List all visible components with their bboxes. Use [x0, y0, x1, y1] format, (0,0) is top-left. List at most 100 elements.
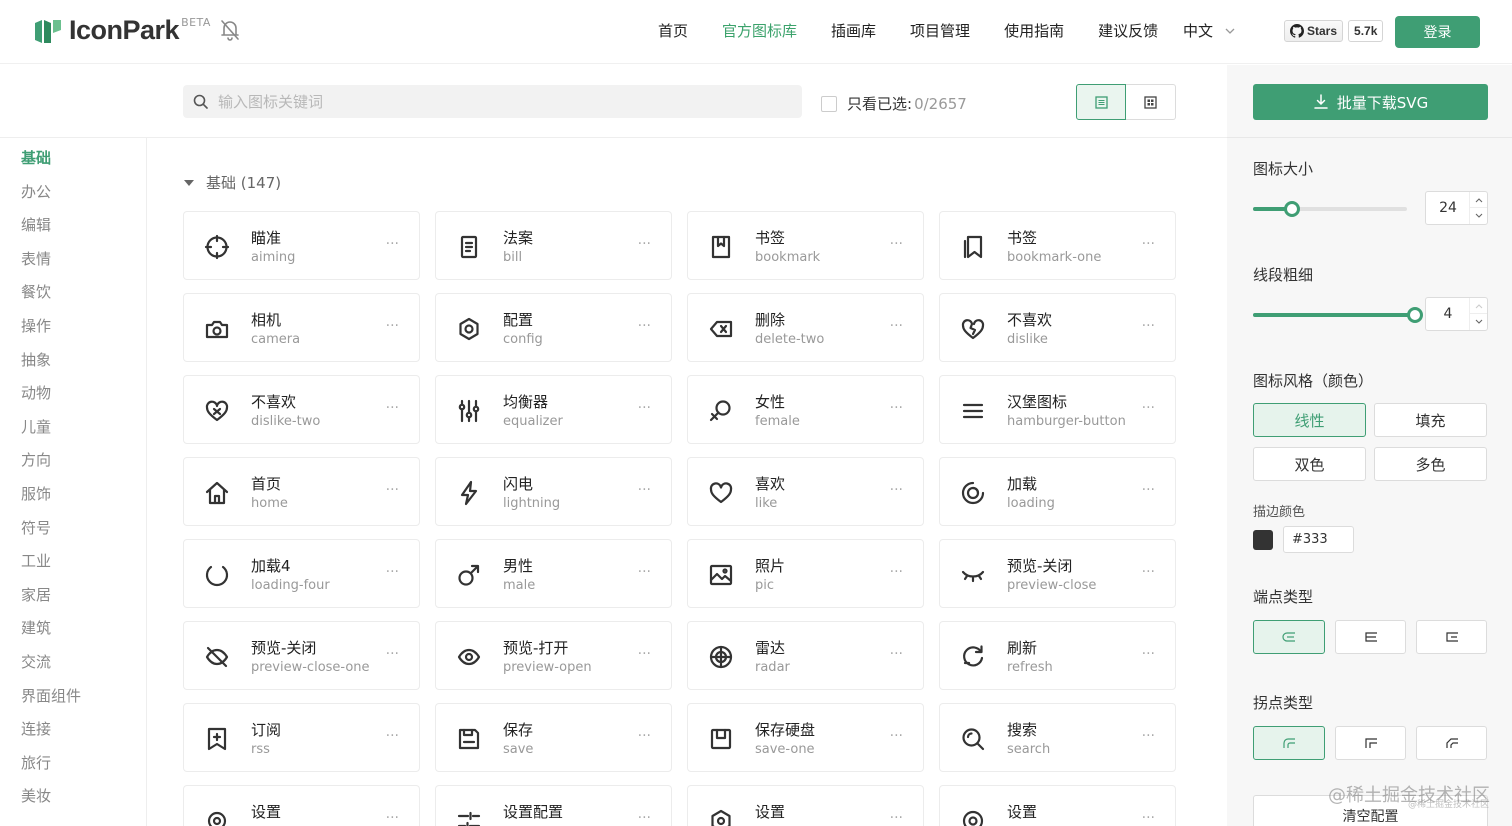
cap-butt-option[interactable] — [1335, 620, 1406, 654]
icon-card[interactable]: 书签 bookmark ··· — [687, 211, 924, 280]
sidebar-category[interactable]: 连接 — [21, 718, 51, 739]
sidebar-category[interactable]: 家居 — [21, 584, 51, 605]
stroke-width-value[interactable]: 4 — [1426, 306, 1470, 322]
search-box[interactable] — [183, 85, 802, 118]
github-stars-count[interactable]: 5.7k — [1348, 20, 1384, 42]
icon-card[interactable]: 书签 bookmark-one ··· — [939, 211, 1176, 280]
style-outline-option[interactable]: 线性 — [1253, 403, 1366, 437]
only-selected-checkbox[interactable] — [821, 95, 837, 112]
more-options-icon[interactable]: ··· — [890, 810, 903, 826]
language-select[interactable]: 中文 — [1183, 20, 1235, 41]
github-star-button[interactable]: Stars — [1284, 20, 1344, 42]
nav-guide[interactable]: 使用指南 — [1004, 20, 1064, 41]
stroke-width-slider-handle[interactable] — [1407, 307, 1423, 323]
icon-card[interactable]: 保存 save ··· — [435, 703, 672, 772]
more-options-icon[interactable]: ··· — [890, 646, 903, 662]
icon-card[interactable]: 瞄准 aiming ··· — [183, 211, 420, 280]
more-options-icon[interactable]: ··· — [1142, 400, 1155, 416]
icon-card[interactable]: 不喜欢 dislike-two ··· — [183, 375, 420, 444]
logo[interactable]: IconPark BETA — [33, 15, 211, 46]
sidebar-category[interactable]: 建筑 — [21, 617, 51, 638]
sidebar-category[interactable]: 服饰 — [21, 483, 51, 504]
grid-view-button[interactable] — [1126, 84, 1176, 120]
sidebar-category[interactable]: 儿童 — [21, 416, 51, 437]
more-options-icon[interactable]: ··· — [638, 564, 651, 580]
icon-size-slider-handle[interactable] — [1284, 201, 1300, 217]
more-options-icon[interactable]: ··· — [638, 810, 651, 826]
stroke-width-slider[interactable] — [1253, 307, 1423, 323]
more-options-icon[interactable]: ··· — [890, 728, 903, 744]
more-options-icon[interactable]: ··· — [890, 236, 903, 252]
nav-official-icons[interactable]: 官方图标库 — [722, 20, 797, 41]
sidebar-category[interactable]: 抽象 — [21, 349, 51, 370]
cap-square-option[interactable] — [1416, 620, 1487, 654]
more-options-icon[interactable]: ··· — [638, 482, 651, 498]
more-options-icon[interactable]: ··· — [386, 810, 399, 826]
icon-card[interactable]: 设置 ··· — [183, 785, 420, 826]
icon-card[interactable]: 预览-关闭 preview-close-one ··· — [183, 621, 420, 690]
style-filled-option[interactable]: 填充 — [1374, 403, 1487, 437]
icon-card[interactable]: 雷达 radar ··· — [687, 621, 924, 690]
sidebar-category[interactable]: 方向 — [21, 449, 51, 470]
sidebar-category[interactable]: 编辑 — [21, 214, 51, 235]
sidebar-category[interactable]: 餐饮 — [21, 281, 51, 302]
icon-card[interactable]: 订阅 rss ··· — [183, 703, 420, 772]
more-options-icon[interactable]: ··· — [890, 564, 903, 580]
sidebar-category[interactable]: 动物 — [21, 382, 51, 403]
join-bevel-option[interactable] — [1416, 726, 1487, 760]
sidebar-category[interactable]: 旅行 — [21, 752, 51, 773]
cap-round-option[interactable] — [1253, 620, 1325, 654]
icon-card[interactable]: 均衡器 equalizer ··· — [435, 375, 672, 444]
sidebar-category[interactable]: 工业 — [21, 550, 51, 571]
only-selected-filter[interactable]: 只看已选: 0/2657 — [821, 93, 967, 114]
section-header[interactable]: 基础 (147) — [184, 172, 281, 193]
more-options-icon[interactable]: ··· — [1142, 482, 1155, 498]
more-options-icon[interactable]: ··· — [890, 400, 903, 416]
icon-card[interactable]: 预览-关闭 preview-close ··· — [939, 539, 1176, 608]
more-options-icon[interactable]: ··· — [386, 482, 399, 498]
style-multi-color-option[interactable]: 多色 — [1374, 447, 1487, 481]
more-options-icon[interactable]: ··· — [890, 482, 903, 498]
more-options-icon[interactable]: ··· — [386, 728, 399, 744]
icon-card[interactable]: 加载4 loading-four ··· — [183, 539, 420, 608]
more-options-icon[interactable]: ··· — [1142, 646, 1155, 662]
search-input[interactable] — [218, 92, 778, 111]
more-options-icon[interactable]: ··· — [1142, 564, 1155, 580]
icon-card[interactable]: 汉堡图标 hamburger-button ··· — [939, 375, 1176, 444]
icon-card[interactable]: 法案 bill ··· — [435, 211, 672, 280]
icon-card[interactable]: 照片 pic ··· — [687, 539, 924, 608]
icon-card[interactable]: 首页 home ··· — [183, 457, 420, 526]
join-round-option[interactable] — [1253, 726, 1325, 760]
batch-download-button[interactable]: 批量下载SVG — [1253, 84, 1488, 120]
sidebar-category[interactable]: 表情 — [21, 248, 51, 269]
sidebar-category[interactable]: 办公 — [21, 181, 51, 202]
icon-card[interactable]: 刷新 refresh ··· — [939, 621, 1176, 690]
icon-card[interactable]: 设置 ··· — [939, 785, 1176, 826]
github-stars[interactable]: Stars 5.7k — [1284, 20, 1384, 42]
decrement-icon[interactable] — [1469, 208, 1487, 224]
join-miter-option[interactable] — [1335, 726, 1406, 760]
sidebar-category[interactable]: 界面组件 — [21, 685, 81, 706]
sidebar-category[interactable]: 交流 — [21, 651, 51, 672]
icon-card[interactable]: 闪电 lightning ··· — [435, 457, 672, 526]
increment-icon[interactable] — [1469, 192, 1487, 208]
icon-card[interactable]: 相机 camera ··· — [183, 293, 420, 362]
nav-projects[interactable]: 项目管理 — [910, 20, 970, 41]
icon-card[interactable]: 删除 delete-two ··· — [687, 293, 924, 362]
icon-card[interactable]: 设置配置 ··· — [435, 785, 672, 826]
icon-card[interactable]: 保存硬盘 save-one ··· — [687, 703, 924, 772]
more-options-icon[interactable]: ··· — [386, 564, 399, 580]
icon-card[interactable]: 女性 female ··· — [687, 375, 924, 444]
more-options-icon[interactable]: ··· — [386, 646, 399, 662]
icon-card[interactable]: 预览-打开 preview-open ··· — [435, 621, 672, 690]
icon-card[interactable]: 不喜欢 dislike ··· — [939, 293, 1176, 362]
sidebar-category[interactable]: 符号 — [21, 517, 51, 538]
icon-size-value[interactable]: 24 — [1426, 200, 1470, 216]
more-options-icon[interactable]: ··· — [1142, 810, 1155, 826]
sidebar-category[interactable]: 美妆 — [21, 785, 51, 806]
more-options-icon[interactable]: ··· — [638, 318, 651, 334]
more-options-icon[interactable]: ··· — [638, 236, 651, 252]
more-options-icon[interactable]: ··· — [890, 318, 903, 334]
more-options-icon[interactable]: ··· — [638, 646, 651, 662]
decrement-icon[interactable] — [1469, 314, 1487, 330]
